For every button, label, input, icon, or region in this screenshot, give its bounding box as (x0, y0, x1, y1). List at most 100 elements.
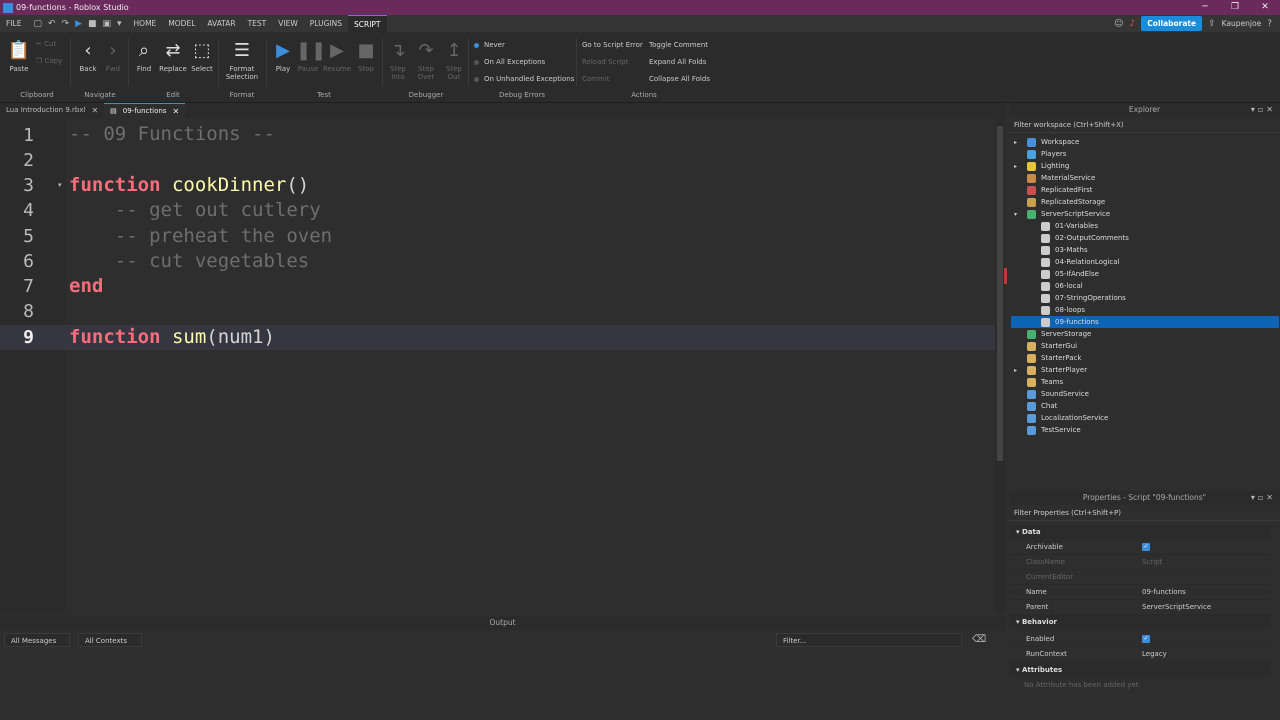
format-selection-button[interactable]: ☰ Format Selection (222, 40, 262, 81)
explorer-item[interactable]: StarterGui (1027, 340, 1077, 352)
explorer-item[interactable]: ServerScriptService (1027, 208, 1110, 220)
explorer-item[interactable]: Workspace (1027, 136, 1079, 148)
reload-script-button[interactable]: Reload Script (582, 58, 628, 66)
tree-expand-icon[interactable]: ▾ (1014, 211, 1017, 218)
user-name[interactable]: Kaupenjoe (1222, 19, 1262, 28)
editor-scrollbar[interactable] (995, 118, 1005, 613)
run-context-row[interactable]: RunContext Legacy (1009, 647, 1271, 662)
attributes-section[interactable]: ▾ Attributes (1009, 663, 1271, 677)
behavior-section[interactable]: ▾ Behavior (1009, 615, 1271, 629)
data-section[interactable]: ▾ Data (1009, 525, 1271, 539)
tab-model[interactable]: MODEL (162, 15, 201, 32)
properties-filter-input[interactable]: Filter Properties (Ctrl+Shift+P) (1009, 505, 1280, 521)
tab-test[interactable]: TEST (242, 15, 273, 32)
step-into-button[interactable]: ↴ Step Into (386, 40, 410, 81)
close-icon[interactable]: ✕ (172, 104, 179, 119)
explorer-item[interactable]: StarterPlayer (1027, 364, 1087, 376)
explorer-item[interactable]: 08-loops (1041, 304, 1085, 316)
tab-09-functions[interactable]: ▤ 09-functions ✕ (104, 103, 186, 119)
file-menu[interactable]: FILE (0, 15, 27, 32)
resume-button[interactable]: ▶ Resume (322, 40, 352, 73)
explorer-item[interactable]: StarterPack (1027, 352, 1081, 364)
explorer-item[interactable]: ServerStorage (1027, 328, 1091, 340)
expand-all-folds-button[interactable]: Expand All Folds (649, 58, 706, 66)
quick-stop-icon[interactable]: ■ (88, 19, 97, 29)
tab-plugins[interactable]: PLUGINS (304, 15, 348, 32)
quick-save-icon[interactable]: ▣ (103, 19, 112, 29)
undo-icon[interactable]: ↶ (48, 19, 56, 29)
step-out-button[interactable]: ↥ Step Out (442, 40, 466, 81)
explorer-item[interactable]: TestService (1027, 424, 1081, 436)
go-to-script-error-button[interactable]: Go to Script Error (582, 41, 643, 49)
toggle-comment-button[interactable]: Toggle Comment (649, 41, 708, 49)
name-row[interactable]: Name 09-functions (1009, 585, 1271, 600)
people-icon[interactable]: ☺ (1114, 19, 1123, 29)
panel-controls-icon[interactable]: ▾▫✕ (1251, 103, 1276, 117)
step-over-button[interactable]: ↷ Step Over (414, 40, 438, 81)
new-file-icon[interactable]: ▢ (33, 19, 42, 29)
explorer-item[interactable]: SoundService (1027, 388, 1089, 400)
collaborate-button[interactable]: Collaborate (1141, 16, 1203, 31)
maximize-icon[interactable]: ❐ (1220, 0, 1250, 15)
tab-script[interactable]: SCRIPT (347, 14, 387, 33)
explorer-item[interactable]: 05-IfAndElse (1041, 268, 1099, 280)
find-button[interactable]: ⌕ Find (132, 40, 156, 73)
replace-button[interactable]: ⇄ Replace (158, 40, 188, 73)
close-icon[interactable]: ✕ (91, 103, 98, 118)
back-button[interactable]: ‹ Back (76, 40, 100, 73)
archivable-row[interactable]: Archivable ✓ (1009, 540, 1271, 555)
explorer-item[interactable]: 09-functions (1041, 316, 1099, 328)
explorer-item[interactable]: LocalizationService (1027, 412, 1108, 424)
share-icon[interactable]: ⇪ (1208, 19, 1216, 29)
paste-button[interactable]: 📋 Paste (6, 40, 32, 73)
minimize-icon[interactable]: ─ (1190, 0, 1220, 15)
checkbox-checked-icon[interactable]: ✓ (1142, 543, 1150, 551)
never-radio[interactable]: Never (474, 41, 505, 49)
explorer-item[interactable]: 04-RelationLogical (1041, 256, 1119, 268)
close-icon[interactable]: ✕ (1250, 0, 1280, 15)
cut-button[interactable]: ✂ Cut (36, 40, 56, 48)
stop-button[interactable]: ■ Stop (354, 40, 378, 73)
explorer-item[interactable]: 07-StringOperations (1041, 292, 1126, 304)
clear-output-icon[interactable]: ⌫ (972, 634, 986, 645)
explorer-item[interactable]: Chat (1027, 400, 1057, 412)
notification-icon[interactable]: ♪ (1130, 19, 1136, 29)
tree-expand-icon[interactable]: ▸ (1014, 367, 1017, 374)
redo-icon[interactable]: ↷ (62, 19, 70, 29)
tab-place-file[interactable]: Lua Introduction 9.rbxl ✕ (0, 103, 104, 118)
checkbox-checked-icon[interactable]: ✓ (1142, 635, 1150, 643)
forward-button[interactable]: › Fwd (102, 40, 124, 73)
collapse-all-folds-button[interactable]: Collapse All Folds (649, 75, 710, 83)
tab-avatar[interactable]: AVATAR (201, 15, 241, 32)
tree-expand-icon[interactable]: ▸ (1014, 139, 1017, 146)
quick-play-icon[interactable]: ▶ (75, 19, 82, 29)
pause-button[interactable]: ❚❚ Pause (296, 40, 326, 73)
help-icon[interactable]: ? (1267, 19, 1272, 29)
output-filter-input[interactable]: Filter... (776, 633, 962, 647)
explorer-item[interactable]: MaterialService (1027, 172, 1095, 184)
messages-filter-dropdown[interactable]: All Messages ⌄ (4, 633, 70, 659)
explorer-item[interactable]: ReplicatedFirst (1027, 184, 1093, 196)
explorer-item[interactable]: 02-OutputComments (1041, 232, 1129, 244)
contexts-filter-dropdown[interactable]: All Contexts ⌄ (78, 633, 142, 659)
on-unhandled-exceptions-radio[interactable]: On Unhandled Exceptions (474, 75, 574, 83)
script-editor[interactable]: 1 2 3 4 5 6 7 8 9 ▾ -- 09 Functions -- f… (0, 118, 1005, 613)
copy-button[interactable]: ❐ Copy (36, 57, 62, 65)
parent-row[interactable]: Parent ServerScriptService (1009, 600, 1271, 615)
play-button[interactable]: ▶ Play (270, 40, 296, 73)
panel-controls-icon[interactable]: ▾▫✕ (1251, 491, 1276, 505)
explorer-filter-input[interactable]: Filter workspace (Ctrl+Shift+X) (1009, 117, 1280, 133)
scrollbar-thumb[interactable] (997, 126, 1003, 461)
tab-view[interactable]: VIEW (272, 15, 304, 32)
explorer-item[interactable]: ReplicatedStorage (1027, 196, 1105, 208)
explorer-item[interactable]: Teams (1027, 376, 1063, 388)
explorer-item[interactable]: 01-Variables (1041, 220, 1098, 232)
tree-expand-icon[interactable]: ▸ (1014, 163, 1017, 170)
explorer-item[interactable]: Players (1027, 148, 1066, 160)
explorer-item[interactable]: 03-Maths (1041, 244, 1088, 256)
select-button[interactable]: ⬚ Select (190, 40, 214, 73)
quick-dropdown-icon[interactable]: ▾ (117, 19, 122, 29)
enabled-row[interactable]: Enabled ✓ (1009, 632, 1271, 647)
fold-arrow-icon[interactable]: ▾ (58, 173, 62, 198)
explorer-item[interactable]: 06-local (1041, 280, 1083, 292)
